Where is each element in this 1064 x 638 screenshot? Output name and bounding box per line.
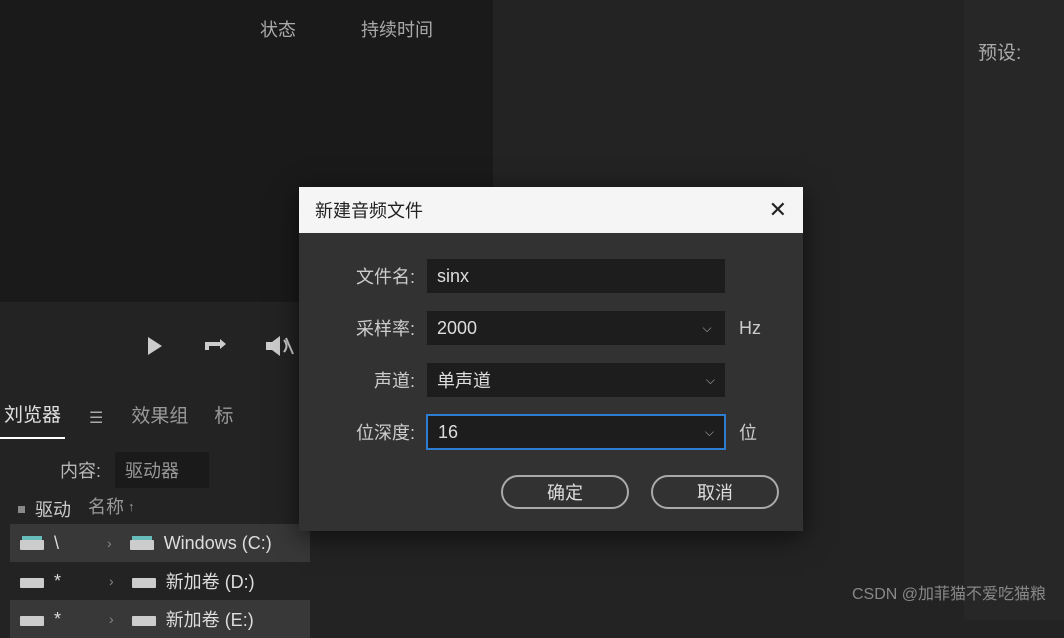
channels-label: 声道: [323, 367, 415, 393]
watermark: CSDN @加菲猫不爱吃猫粮 [852, 580, 1046, 604]
list-columns: 状态 持续时间 [260, 16, 433, 42]
chevron-right-icon[interactable]: › [107, 535, 112, 551]
filename-label: 文件名: [323, 263, 415, 289]
col-duration: 持续时间 [361, 16, 433, 42]
close-icon[interactable]: ✕ [769, 197, 787, 223]
chevron-right-icon[interactable]: › [109, 573, 114, 589]
speaker-icon[interactable] [266, 335, 294, 357]
chevron-down-icon: ⌵ [705, 425, 714, 440]
preset-label: 预设: [978, 38, 1021, 65]
playback-controls [148, 335, 294, 357]
samplerate-input[interactable] [427, 311, 689, 345]
tab-effects[interactable]: 效果组 [127, 397, 192, 438]
drives-section-label[interactable]: 驱动 [18, 496, 71, 522]
tab-browser[interactable]: 刘览器 [0, 396, 65, 439]
content-label: 内容: [60, 457, 101, 483]
panel-menu-icon[interactable]: ☰ [83, 408, 109, 428]
chevron-right-icon[interactable]: › [109, 611, 114, 627]
list-item[interactable]: * › 新加卷 (D:) [10, 562, 310, 600]
bitdepth-select[interactable]: 16 ⌵ [427, 415, 725, 449]
dialog-title: 新建音频文件 [315, 197, 423, 223]
sort-ascending-icon: ↑ [128, 499, 135, 514]
samplerate-unit: Hz [739, 318, 761, 339]
chevron-down-icon: ⌵ [706, 373, 715, 388]
tab-markers[interactable]: 标 [210, 397, 237, 438]
filename-input[interactable] [427, 259, 725, 293]
panel-tabs: 刘览器 ☰ 效果组 标 [0, 396, 237, 439]
drive-list: \ › Windows (C:) * › 新加卷 (D:) * › 新加卷 (E… [10, 524, 310, 638]
list-item[interactable]: * › 新加卷 (E:) [10, 600, 310, 638]
bitdepth-unit: 位 [739, 419, 757, 445]
list-item[interactable]: \ › Windows (C:) [10, 524, 310, 562]
name-column-header[interactable]: 名称 ↑ [88, 493, 135, 519]
ok-button[interactable]: 确定 [501, 475, 629, 509]
col-status: 状态 [260, 16, 296, 42]
samplerate-label: 采样率: [323, 315, 415, 341]
bitdepth-label: 位深度: [323, 419, 415, 445]
play-icon[interactable] [148, 337, 162, 355]
new-audio-file-dialog: 新建音频文件 ✕ 文件名: 采样率: ⌵ Hz 声道: 单声道 ⌵ 位深度: 1… [299, 187, 803, 531]
cancel-button[interactable]: 取消 [651, 475, 779, 509]
content-filter-row: 内容: 驱动器 [60, 452, 209, 488]
loop-icon[interactable] [202, 336, 226, 356]
samplerate-dropdown-button[interactable]: ⌵ [689, 311, 725, 345]
dialog-titlebar: 新建音频文件 ✕ [299, 187, 803, 233]
chevron-down-icon: ⌵ [702, 321, 711, 336]
channels-select[interactable]: 单声道 ⌵ [427, 363, 725, 397]
drive-select[interactable]: 驱动器 [115, 452, 209, 488]
